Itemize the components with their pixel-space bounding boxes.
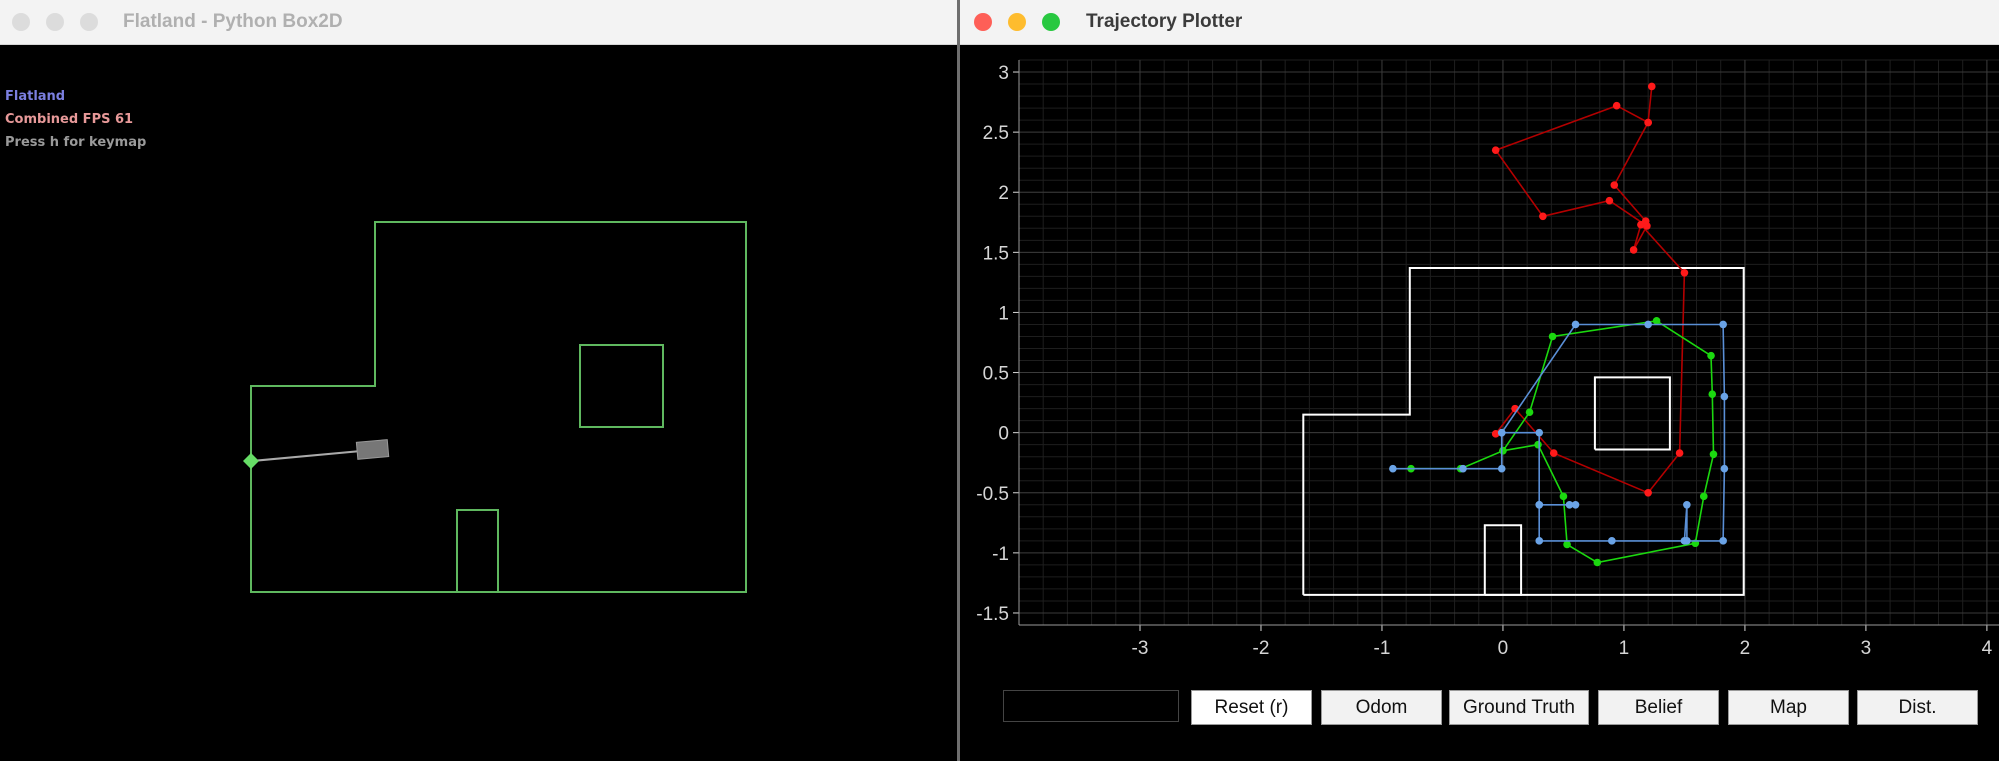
command-input[interactable] bbox=[1003, 690, 1179, 722]
trajectory-point bbox=[1719, 537, 1727, 545]
trajectory-line bbox=[1494, 86, 1686, 494]
simulation-canvas[interactable] bbox=[0, 0, 957, 761]
trajectory-point bbox=[1459, 464, 1467, 473]
x-tick-label: -1 bbox=[1374, 638, 1391, 659]
map-boundary bbox=[1302, 267, 1745, 596]
trajectory-point bbox=[1608, 537, 1616, 545]
trajectory-point bbox=[1629, 246, 1638, 254]
trajectory-point bbox=[1563, 540, 1571, 549]
trajectory-point bbox=[1559, 492, 1568, 501]
y-tick-label: 3 bbox=[998, 63, 1009, 84]
control-bar: Reset (r) Odom Ground Truth Belief Map D… bbox=[960, 690, 1999, 726]
trajectory-plotter-window: Trajectory Plotter -3 -2 -1 0 1 2 3 4 3 2.5 2 1.5 1 0… bbox=[960, 0, 1999, 761]
trajectory-point bbox=[1719, 320, 1727, 329]
obstacle-square bbox=[579, 344, 664, 428]
obstacle-pillar bbox=[456, 509, 499, 592]
x-tick-label: 2 bbox=[1740, 638, 1751, 659]
trajectory-point bbox=[1644, 488, 1652, 497]
reset-button[interactable]: Reset (r) bbox=[1191, 690, 1312, 725]
trajectory-point bbox=[1610, 181, 1619, 189]
robot bbox=[355, 439, 390, 460]
trajectory-point bbox=[1683, 500, 1691, 509]
trajectory-point bbox=[1720, 464, 1729, 473]
y-tick-label: 2.5 bbox=[983, 123, 1009, 144]
x-tick-label: 3 bbox=[1861, 638, 1872, 659]
trajectory-point bbox=[1571, 320, 1580, 329]
trajectory-point bbox=[1499, 446, 1507, 455]
trajectory-point bbox=[1593, 558, 1602, 567]
map-layer bbox=[1302, 267, 1745, 596]
robot-sensor-ray bbox=[251, 449, 373, 462]
trajectory-point bbox=[1525, 408, 1534, 417]
y-tick-label: 1.5 bbox=[983, 243, 1009, 264]
trajectory-point bbox=[1699, 492, 1708, 501]
trajectory-point bbox=[1535, 500, 1544, 509]
trajectory-point bbox=[1644, 118, 1652, 127]
x-tick-label: 1 bbox=[1619, 638, 1630, 659]
trajectory-point bbox=[1675, 449, 1684, 457]
trajectory-point bbox=[1708, 390, 1717, 398]
trajectory-point bbox=[1683, 537, 1691, 545]
y-tick-label: -1.5 bbox=[976, 604, 1009, 625]
trajectory-point bbox=[1548, 332, 1557, 341]
trajectory-point bbox=[1720, 392, 1729, 401]
trajectory-point bbox=[1641, 217, 1650, 225]
y-tick-label: 1 bbox=[998, 303, 1009, 324]
x-tick-label: 0 bbox=[1498, 638, 1509, 659]
y-tick-label: -0.5 bbox=[976, 484, 1009, 505]
trajectory-point bbox=[1534, 440, 1542, 449]
trajectory-plot[interactable]: -3 -2 -1 0 1 2 3 4 3 2.5 2 1.5 1 0.5 0 -0.5 -1 -1.5 bbox=[960, 0, 1999, 690]
map-button[interactable]: Map bbox=[1728, 690, 1849, 725]
sensor-hit-marker bbox=[243, 453, 259, 469]
y-tick-label: 0.5 bbox=[983, 364, 1009, 385]
trajectory-point bbox=[1549, 449, 1558, 457]
y-tick-label: -1 bbox=[992, 544, 1009, 565]
flatland-window: Flatland - Python Box2D Flatland Combine… bbox=[0, 0, 957, 761]
trajectory-point bbox=[1652, 317, 1661, 325]
belief-button[interactable]: Belief bbox=[1598, 690, 1719, 725]
trajectory-point bbox=[1389, 464, 1397, 473]
odom-button[interactable]: Odom bbox=[1321, 690, 1442, 725]
y-tick-label: 0 bbox=[998, 424, 1009, 445]
trajectory-point bbox=[1535, 537, 1544, 545]
trajectory-point bbox=[1497, 428, 1506, 437]
y-tick-label: 2 bbox=[998, 183, 1009, 204]
trajectory-point bbox=[1535, 428, 1544, 437]
trajectory-point bbox=[1709, 450, 1718, 459]
x-tick-label: -2 bbox=[1253, 638, 1270, 659]
trajectory-point bbox=[1707, 351, 1715, 360]
map-obstacle bbox=[1593, 376, 1671, 451]
dist-button[interactable]: Dist. bbox=[1857, 690, 1978, 725]
trajectory-point bbox=[1491, 146, 1500, 154]
trajectory-point bbox=[1605, 196, 1614, 205]
trajectory-point bbox=[1565, 500, 1574, 509]
trajectory-point bbox=[1644, 320, 1652, 329]
trajectory-point bbox=[1647, 82, 1656, 91]
trajectory-point bbox=[1680, 268, 1689, 277]
trajectory-line bbox=[1411, 320, 1715, 564]
x-tick-label: -3 bbox=[1132, 638, 1149, 659]
ground-truth-button[interactable]: Ground Truth bbox=[1449, 690, 1589, 725]
x-tick-label: 4 bbox=[1982, 638, 1993, 659]
trajectory-point bbox=[1612, 101, 1621, 110]
trajectory-point bbox=[1497, 464, 1506, 473]
trajectory-point bbox=[1539, 212, 1547, 221]
